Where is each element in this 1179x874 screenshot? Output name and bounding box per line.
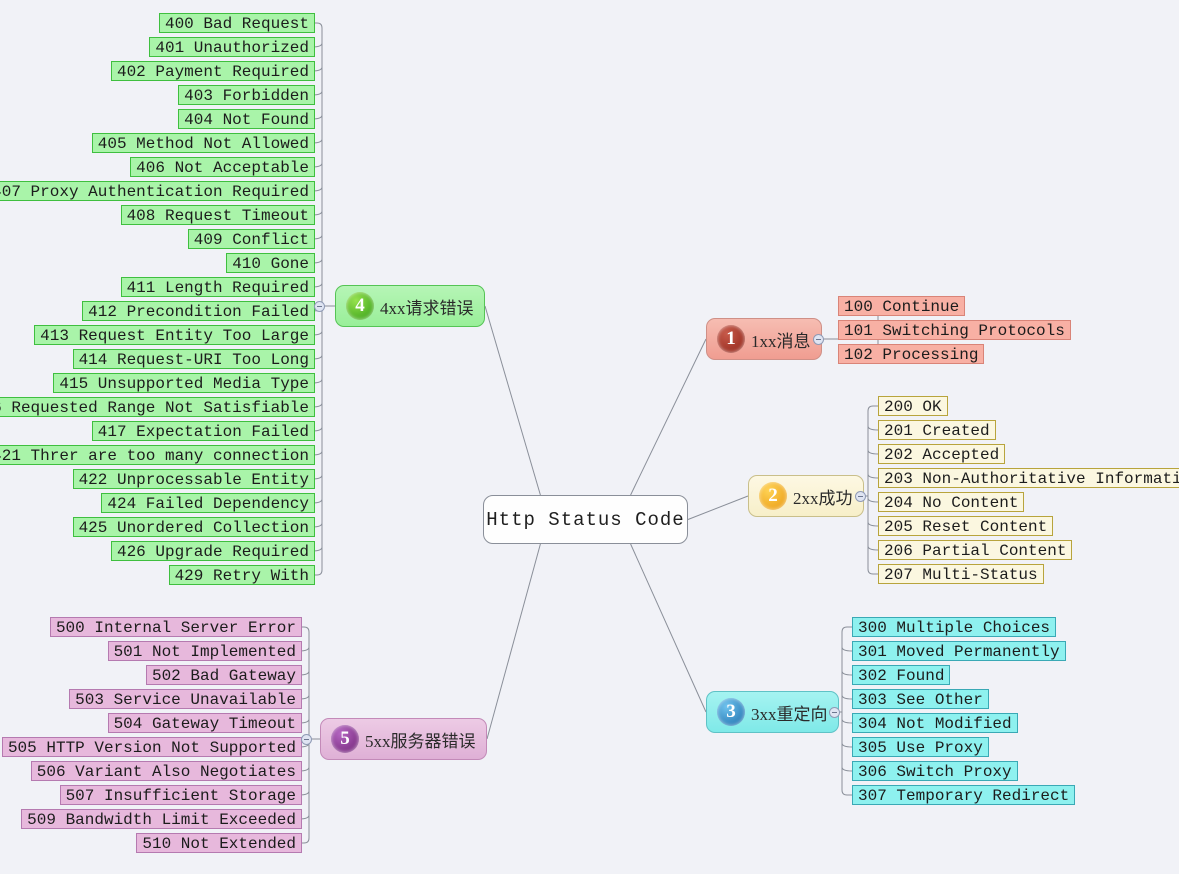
leaf-node[interactable]: 100 Continue [838, 296, 966, 316]
leaf-node[interactable]: 205 Reset Content [878, 516, 1054, 536]
leaf-node[interactable]: 102 Processing [838, 344, 985, 364]
branch-label-2xx: 2xx成功 [793, 488, 853, 508]
leaf-node[interactable]: 422 Unprocessable Entity [72, 469, 315, 489]
branch-node-4xx[interactable]: 4 4xx请求错误 [335, 285, 485, 327]
leaf-node[interactable]: 101 Switching Protocols [838, 320, 1071, 340]
leaf-node[interactable]: 505 HTTP Version Not Supported [1, 737, 302, 757]
leaf-node[interactable]: 415 Unsupported Media Type [53, 373, 315, 393]
branch-badge-3-icon: 3 [717, 698, 745, 726]
leaf-node[interactable]: 306 Switch Proxy [852, 761, 1018, 781]
root-node[interactable]: Http Status Code [483, 495, 688, 544]
leaf-node[interactable]: 509 Bandwidth Limit Exceeded [21, 809, 302, 829]
branch-label-1xx: 1xx消息 [751, 331, 811, 351]
leaf-node[interactable]: 409 Conflict [187, 229, 315, 249]
leaf-node[interactable]: 400 Bad Request [158, 13, 315, 33]
leaf-node[interactable]: 406 Not Acceptable [130, 157, 315, 177]
leaf-node[interactable]: 506 Variant Also Negotiates [30, 761, 302, 781]
leaf-node[interactable]: 300 Multiple Choices [852, 617, 1057, 637]
leaf-node[interactable]: 301 Moved Permanently [852, 641, 1066, 661]
leaf-node[interactable]: 207 Multi-Status [878, 564, 1044, 584]
collapse-toggle-icon[interactable] [813, 334, 824, 345]
branch-badge-5-icon: 5 [331, 725, 359, 753]
leaf-node[interactable]: 412 Precondition Failed [82, 301, 315, 321]
leaf-node[interactable]: 507 Insufficient Storage [59, 785, 302, 805]
leaf-node[interactable]: 202 Accepted [878, 444, 1006, 464]
leaf-node[interactable]: 502 Bad Gateway [145, 665, 302, 685]
collapse-toggle-icon[interactable] [301, 734, 312, 745]
leaf-node[interactable]: 404 Not Found [178, 109, 315, 129]
leaf-node[interactable]: 410 Gone [226, 253, 315, 273]
branch-label-3xx: 3xx重定向 [751, 704, 828, 724]
leaf-node[interactable]: 429 Retry With [168, 565, 315, 585]
leaf-node[interactable]: 204 No Content [878, 492, 1025, 512]
leaf-node[interactable]: 305 Use Proxy [852, 737, 989, 757]
leaf-node[interactable]: 200 OK [878, 396, 948, 416]
leaf-node[interactable]: 504 Gateway Timeout [107, 713, 302, 733]
branch-badge-1-icon: 1 [717, 325, 745, 353]
collapse-toggle-icon[interactable] [829, 707, 840, 718]
branch-node-5xx[interactable]: 5 5xx服务器错误 [320, 718, 487, 760]
leaf-node[interactable]: 408 Request Timeout [120, 205, 315, 225]
branch-node-1xx[interactable]: 1 1xx消息 [706, 318, 822, 360]
branch-label-4xx: 4xx请求错误 [380, 298, 474, 318]
leaf-node[interactable]: 203 Non-Authoritative Information [878, 468, 1179, 488]
leaf-node[interactable]: 500 Internal Server Error [49, 617, 302, 637]
branch-badge-2-icon: 2 [759, 482, 787, 510]
leaf-node[interactable]: 417 Expectation Failed [91, 421, 315, 441]
leaf-node[interactable]: 411 Length Required [120, 277, 315, 297]
leaf-node[interactable]: 424 Failed Dependency [101, 493, 315, 513]
collapse-toggle-icon[interactable] [855, 491, 866, 502]
mindmap-canvas: Http Status Code 1 1xx消息 2 2xx成功 3 3xx重定… [0, 0, 1179, 874]
branch-label-5xx: 5xx服务器错误 [365, 731, 476, 751]
collapse-toggle-icon[interactable] [314, 301, 325, 312]
branch-node-3xx[interactable]: 3 3xx重定向 [706, 691, 839, 733]
leaf-node[interactable]: 405 Method Not Allowed [91, 133, 315, 153]
leaf-node[interactable]: 304 Not Modified [852, 713, 1018, 733]
leaf-node[interactable]: 407 Proxy Authentication Required [0, 181, 315, 201]
branch-node-2xx[interactable]: 2 2xx成功 [748, 475, 864, 517]
leaf-node[interactable]: 501 Not Implemented [107, 641, 302, 661]
leaf-node[interactable]: 401 Unauthorized [149, 37, 315, 57]
branch-badge-4-icon: 4 [346, 292, 374, 320]
leaf-node[interactable]: 425 Unordered Collection [72, 517, 315, 537]
leaf-node[interactable]: 307 Temporary Redirect [852, 785, 1076, 805]
leaf-node[interactable]: 426 Upgrade Required [110, 541, 315, 561]
leaf-node[interactable]: 413 Request Entity Too Large [34, 325, 315, 345]
leaf-node[interactable]: 402 Payment Required [110, 61, 315, 81]
leaf-node[interactable]: 403 Forbidden [178, 85, 315, 105]
leaf-node[interactable]: 503 Service Unavailable [69, 689, 302, 709]
leaf-node[interactable]: 414 Request-URI Too Long [72, 349, 315, 369]
leaf-node[interactable]: 416 Requested Range Not Satisfiable [0, 397, 315, 417]
leaf-node[interactable]: 421 Threr are too many connection [0, 445, 315, 465]
root-label: Http Status Code [486, 508, 685, 531]
leaf-node[interactable]: 303 See Other [852, 689, 989, 709]
leaf-node[interactable]: 510 Not Extended [136, 833, 302, 853]
leaf-node[interactable]: 201 Created [878, 420, 996, 440]
leaf-node[interactable]: 206 Partial Content [878, 540, 1073, 560]
leaf-node[interactable]: 302 Found [852, 665, 951, 685]
